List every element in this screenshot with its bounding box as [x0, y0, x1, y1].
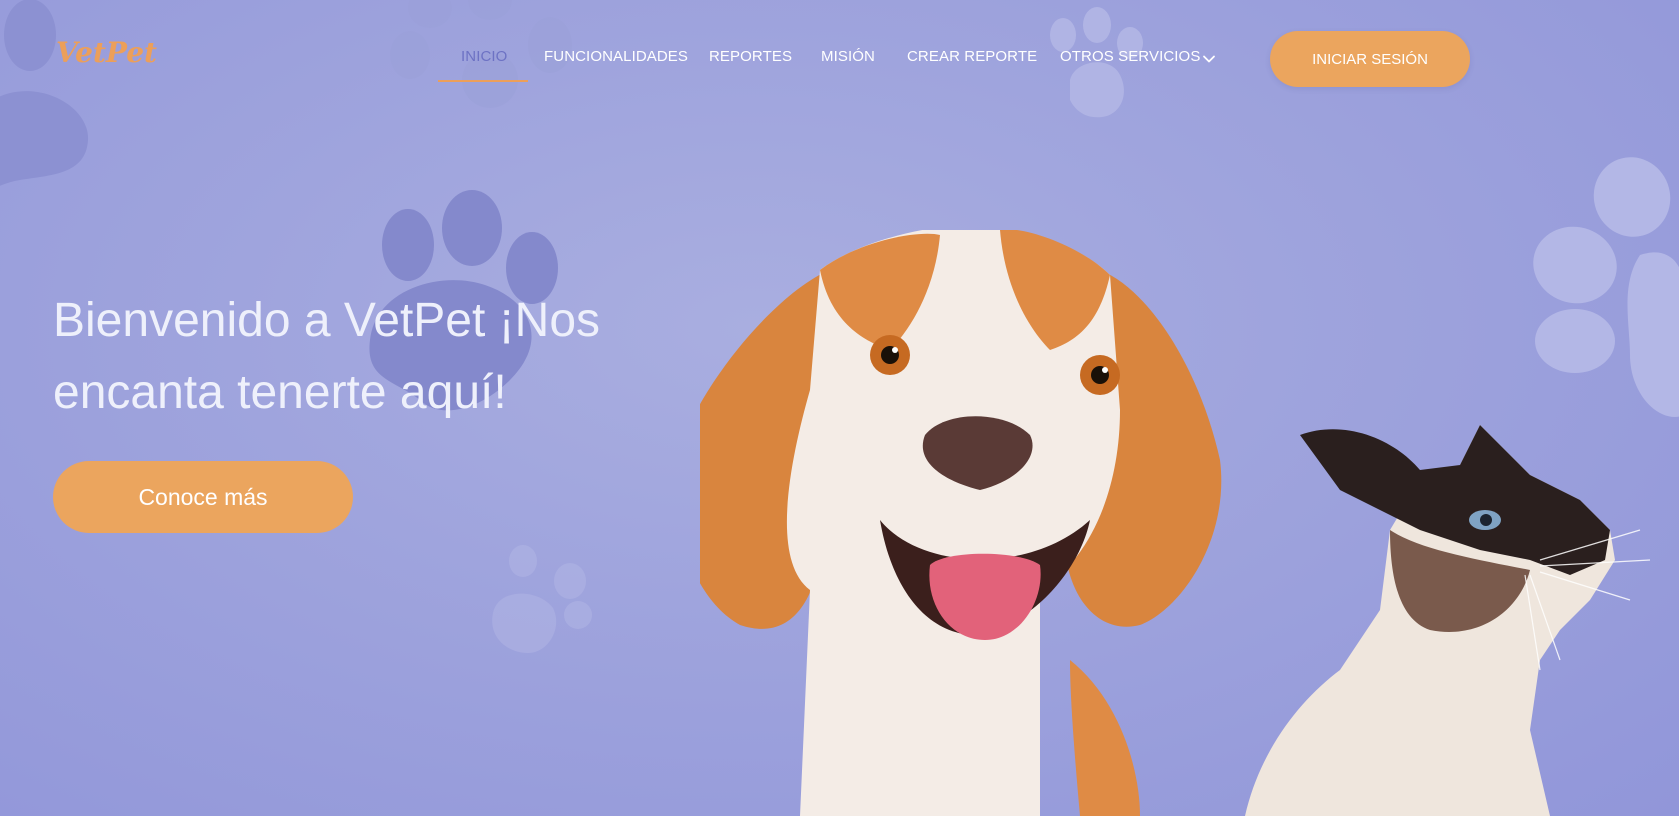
site-header: VetPet INICIO FUNCIONALIDADES REPORTES M…: [0, 0, 1679, 116]
nav-item-mision[interactable]: MISIÓN: [821, 48, 875, 65]
brand-logo[interactable]: VetPet: [56, 36, 157, 69]
dog-image: [674, 225, 1222, 816]
active-nav-indicator: [438, 80, 528, 82]
nav-item-crear-reporte[interactable]: CREAR REPORTE: [907, 48, 1037, 65]
hero-title: Bienvenido a VetPet ¡Nos encanta tenerte…: [53, 294, 601, 419]
landing-page: VetPet INICIO FUNCIONALIDADES REPORTES M…: [0, 0, 1679, 816]
nav-item-inicio[interactable]: INICIO: [461, 48, 507, 65]
pets-illustration: [674, 225, 1679, 816]
paw-print-icon: [488, 543, 608, 658]
login-button[interactable]: INICIAR SESIÓN: [1270, 31, 1470, 87]
nav-item-funcionalidades[interactable]: FUNCIONALIDADES: [544, 48, 688, 65]
chevron-down-icon[interactable]: [1202, 52, 1216, 66]
nav-item-otros-servicios[interactable]: OTROS SERVICIOS: [1060, 48, 1200, 65]
cat-image: [1245, 425, 1651, 816]
learn-more-button[interactable]: Conoce más: [53, 461, 353, 533]
nav-item-reportes[interactable]: REPORTES: [709, 48, 792, 65]
